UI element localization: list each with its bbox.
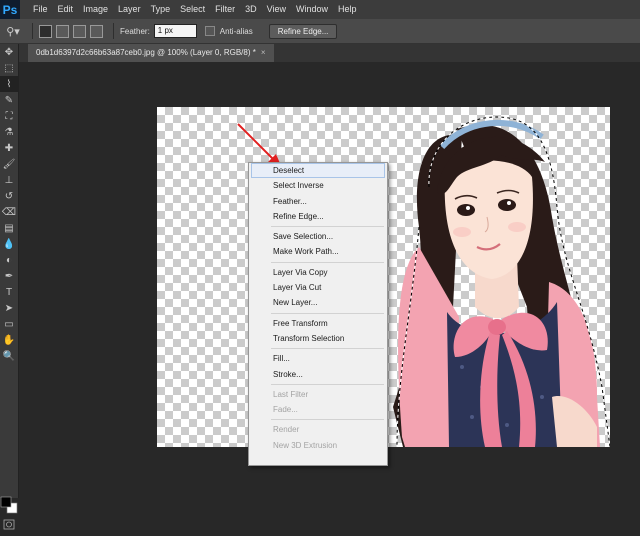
eraser-tool-icon[interactable]: ⌫ [0, 204, 18, 220]
menu-type[interactable]: Type [146, 0, 176, 19]
feather-label: Feather: [120, 26, 150, 36]
path-selection-tool-icon[interactable]: ➤ [0, 300, 18, 316]
menu-item-last-filter: Last Filter [273, 389, 309, 399]
menu-separator [271, 261, 384, 263]
menu-view[interactable]: View [262, 0, 291, 19]
menu-filter[interactable]: Filter [210, 0, 240, 19]
add-to-selection-mode-button[interactable] [56, 24, 69, 38]
photoshop-logo: Ps [0, 0, 20, 19]
document-tab-bar: 0db1d6397d2c66b63a87ceb0.jpg @ 100% (Lay… [19, 44, 640, 62]
intersect-selection-mode-button[interactable] [90, 24, 103, 38]
color-swatches[interactable] [0, 494, 18, 536]
zoom-tool-icon[interactable]: 🔍 [0, 348, 18, 364]
document-tab-title: 0db1d6397d2c66b63a87ceb0.jpg @ 100% (Lay… [36, 48, 256, 57]
menu-item-select-inverse[interactable]: Select Inverse [249, 178, 387, 193]
subtract-from-selection-mode-button[interactable] [73, 24, 86, 38]
menu-item-refine-edge[interactable]: Refine Edge... [249, 209, 387, 224]
menu-item-feather[interactable]: Feather... [249, 194, 387, 209]
move-tool-icon[interactable]: ✥ [0, 44, 18, 60]
divider [32, 23, 33, 39]
menu-separator [271, 383, 384, 385]
lasso-tool-icon[interactable]: ⌇ [0, 76, 18, 92]
healing-brush-tool-icon[interactable]: ✚ [0, 140, 18, 156]
lasso-preset-icon[interactable]: ⚲▾ [0, 20, 26, 42]
menu-item-fill[interactable]: Fill... [249, 351, 387, 366]
type-tool-icon[interactable]: T [0, 284, 18, 300]
menu-window[interactable]: Window [291, 0, 333, 19]
crop-tool-icon[interactable]: ⛶ [0, 108, 18, 124]
menu-edit[interactable]: Edit [53, 0, 79, 19]
quick-selection-tool-icon[interactable]: ✎ [0, 92, 18, 108]
menu-item-new-layer[interactable]: New Layer... [249, 295, 387, 310]
selection-context-menu: Deselect Select Inverse Feather... Refine E… [248, 162, 388, 466]
context-menu-items: Deselect Select Inverse Feather... Refine E… [249, 163, 387, 453]
brush-tool-icon[interactable]: 🖌 [0, 156, 18, 172]
clone-stamp-tool-icon[interactable]: ⊥ [0, 172, 18, 188]
quick-mask-icon [3, 519, 15, 530]
menu-item-deselect[interactable]: Deselect [251, 163, 385, 179]
document-tab[interactable]: 0db1d6397d2c66b63a87ceb0.jpg @ 100% (Lay… [28, 44, 274, 62]
hand-tool-icon[interactable]: ✋ [0, 332, 18, 348]
antialias-checkbox[interactable] [204, 26, 215, 36]
close-icon[interactable]: × [261, 48, 266, 57]
marquee-tool-icon[interactable]: ⬚ [0, 60, 18, 76]
options-bar: ⚲▾ Feather: 1 px Anti-alias Refine Edge.… [0, 19, 640, 44]
menu-item-layer-via-cut[interactable]: Layer Via Cut [249, 280, 387, 295]
refine-edge-button[interactable]: Refine Edge... [268, 23, 338, 39]
shape-tool-icon[interactable]: ▭ [0, 316, 18, 332]
antialias-label: Anti-alias [219, 26, 253, 36]
menu-items: File Edit Image Layer Type Select Filter 3D View… [28, 0, 362, 19]
menu-item-transform-selection[interactable]: Transform Selection [249, 331, 387, 346]
menu-3d[interactable]: 3D [240, 0, 262, 19]
menu-separator [271, 312, 384, 314]
menu-item-layer-via-copy[interactable]: Layer Via Copy [249, 265, 387, 280]
tool-list: ✥ ⬚ ⌇ ✎ ⛶ ⚗ ✚ 🖌 ⊥ ↺ ⌫ ▤ 💧 ◐ ✒ T ➤ ▭ ✋ 🔍 [0, 44, 18, 364]
menu-item-stroke[interactable]: Stroke... [249, 367, 387, 382]
tools-panel: ✥ ⬚ ⌇ ✎ ⛶ ⚗ ✚ 🖌 ⊥ ↺ ⌫ ▤ 💧 ◐ ✒ T ➤ ▭ ✋ 🔍 [0, 44, 19, 530]
history-brush-tool-icon[interactable]: ↺ [0, 188, 18, 204]
dodge-tool-icon[interactable]: ◐ [0, 252, 18, 268]
menu-separator [271, 348, 384, 350]
menu-item-save-selection[interactable]: Save Selection... [249, 229, 387, 244]
new-selection-mode-button[interactable] [39, 24, 52, 38]
menu-separator [271, 419, 384, 421]
divider [113, 23, 114, 39]
menu-help[interactable]: Help [333, 0, 362, 19]
menu-item-make-work-path[interactable]: Make Work Path... [249, 244, 387, 259]
menu-item-free-transform[interactable]: Free Transform [249, 316, 387, 331]
pen-tool-icon[interactable]: ✒ [0, 268, 18, 284]
blur-tool-icon[interactable]: 💧 [0, 236, 18, 252]
menu-file[interactable]: File [28, 0, 53, 19]
menu-image[interactable]: Image [78, 0, 113, 19]
gradient-tool-icon[interactable]: ▤ [0, 220, 18, 236]
menu-layer[interactable]: Layer [113, 0, 146, 19]
foreground-color-swatch [0, 496, 12, 508]
feather-input[interactable]: 1 px [153, 24, 197, 38]
menu-bar: Ps File Edit Image Layer Type Select Filter 3D V… [0, 0, 640, 19]
menu-item-new-3d-extrusion: New 3D Extrusion [273, 440, 338, 450]
eyedropper-tool-icon[interactable]: ⚗ [0, 124, 18, 140]
menu-select[interactable]: Select [175, 0, 210, 19]
menu-item-render: Render [273, 425, 300, 435]
menu-separator [271, 226, 384, 228]
menu-item-fade: Fade... [273, 405, 298, 415]
